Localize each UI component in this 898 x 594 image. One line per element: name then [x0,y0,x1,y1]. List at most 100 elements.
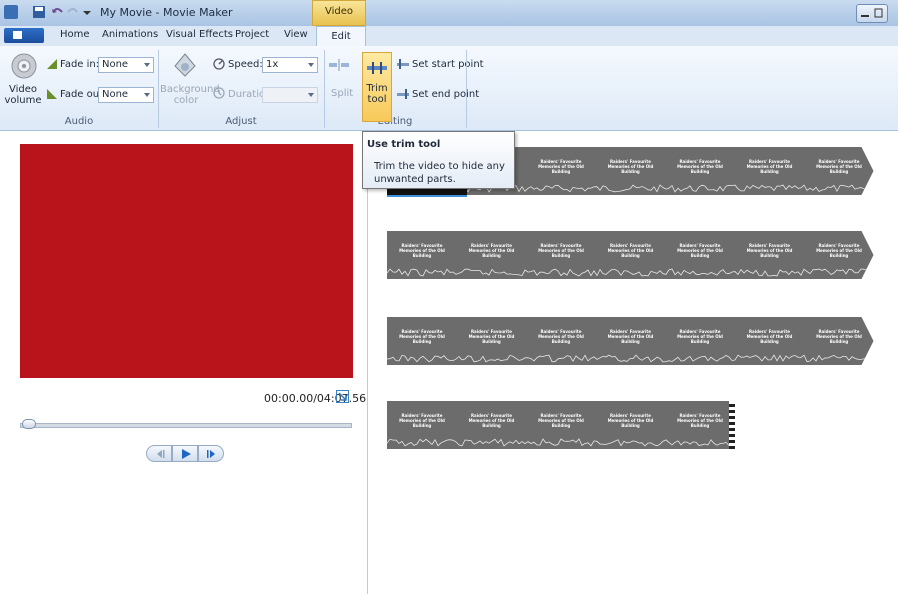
frame-caption: Raiders' Favourite Memories of the Old B… [468,329,515,344]
previous-frame-icon [157,450,165,458]
window-title: My Movie - Movie Maker [100,6,233,19]
play-button[interactable] [172,445,198,462]
set-end-point-label[interactable]: Set end point [412,89,479,100]
tab-home[interactable]: Home [60,29,90,40]
audio-waveform [387,349,874,363]
audio-group-label: Audio [64,116,94,127]
tab-visual-effects[interactable]: Visual Effects [166,29,233,40]
chevron-down-icon [308,93,314,97]
speed-select[interactable]: 1x [262,57,318,73]
audio-waveform [387,263,874,277]
frame-caption: Raiders' Favourite Memories of the Old B… [399,329,445,344]
tooltip-body: Trim the video to hide any unwanted part… [374,161,505,185]
play-icon [182,449,191,459]
expand-icon [338,392,347,401]
chevron-down-icon [144,93,150,97]
set-start-point-icon[interactable] [396,58,410,73]
frame-caption: Raiders' Favourite Memories of the Old B… [399,413,445,428]
background-color-icon[interactable] [172,52,198,78]
frame-caption: Raiders' Favourite Memories of the Old B… [607,413,654,428]
duration-icon [212,86,226,103]
frame-caption: Raiders' Favourite Memories of the Old B… [538,159,584,174]
customize-toolbar-icon[interactable] [82,5,96,19]
frame-caption: Raiders' Favourite Memories of the Old B… [677,413,723,428]
tooltip-title: Use trim tool [367,139,441,150]
speed-icon [212,56,226,73]
save-icon[interactable] [32,5,46,19]
audio-waveform [387,438,733,447]
film-end-marker [728,401,735,449]
group-separator [466,50,467,128]
frame-caption: Raiders' Favourite Memories of the Old B… [607,329,654,344]
frame-caption: Raiders' Favourite Memories of the Old B… [677,243,723,258]
trim-tool-label: Trim tool [366,83,388,105]
seek-thumb[interactable] [22,419,36,429]
frame-caption: Raiders' Favourite Memories of the Old B… [816,329,862,344]
menu-icon [13,31,22,39]
fade-in-icon [46,58,58,73]
tab-view[interactable]: View [284,29,308,40]
file-menu-button[interactable] [4,28,44,43]
video-tools-context-label: Video Tools [312,0,366,39]
frame-caption: Raiders' Favourite Memories of the Old B… [607,243,654,258]
storyboard[interactable]: Raiders' Favourite Memories of the Old B… [368,131,898,594]
set-end-point-icon[interactable] [396,88,410,103]
fade-out-icon [46,88,58,103]
redo-icon[interactable] [66,5,80,19]
fullscreen-preview-button[interactable] [336,390,349,403]
frame-caption: Raiders' Favourite Memories of the Old B… [746,159,793,174]
frame-caption: Raiders' Favourite Memories of the Old B… [538,243,584,258]
ribbon: Video volume Fade in: None Fade out: Non… [0,46,898,131]
fade-out-value: None [102,89,129,100]
ribbon-tab-row: Home Animations Visual Effects Project V… [0,26,898,47]
fade-in-value: None [102,59,129,70]
editing-group-label: Editing [377,116,413,127]
frame-caption: Raiders' Favourite Memories of the Old B… [677,329,723,344]
storyboard-clip-row[interactable]: Raiders' Favourite Memories of the Old B… [387,231,874,279]
previous-frame-button[interactable] [146,445,172,462]
speed-label: Speed: [228,59,263,70]
frame-caption: Raiders' Favourite Memories of the Old B… [746,329,793,344]
seek-bar[interactable] [20,423,352,428]
undo-icon[interactable] [50,5,64,19]
time-display: 00:00.00/04:07.56 [264,392,367,405]
frame-caption: Raiders' Favourite Memories of the Old B… [538,329,584,344]
video-volume-icon[interactable] [10,52,38,80]
storyboard-clip-row[interactable]: Raiders' Favourite Memories of the Old B… [387,317,874,365]
split-icon[interactable] [328,58,350,75]
next-frame-icon [207,450,215,458]
frame-caption: Raiders' Favourite Memories of the Old B… [746,243,793,258]
app-icon [4,5,18,19]
frame-caption: Raiders' Favourite Memories of the Old B… [677,159,723,174]
adjust-group-label: Adjust [225,116,257,127]
speed-value: 1x [266,59,279,70]
restore-icon [874,8,883,18]
next-frame-button[interactable] [198,445,224,462]
frame-caption: Raiders' Favourite Memories of the Old B… [538,413,584,428]
chevron-down-icon [144,63,150,67]
tab-project[interactable]: Project [235,29,269,40]
trim-tool-button[interactable]: Trim tool [362,52,392,122]
storyboard-clip-row[interactable]: Raiders' Favourite Memories of the Old B… [387,401,735,449]
video-preview[interactable] [20,144,353,378]
frame-caption: Raiders' Favourite Memories of the Old B… [399,243,445,258]
frame-caption: Raiders' Favourite Memories of the Old B… [816,159,862,174]
video-volume-label[interactable]: Video volume [4,84,42,106]
window-controls[interactable] [856,4,888,23]
trim-tool-icon [367,62,387,74]
tab-edit[interactable]: Edit [316,26,366,47]
frame-caption: Raiders' Favourite Memories of the Old B… [468,413,515,428]
duration-select[interactable] [262,87,318,103]
fade-in-label: Fade in: [60,59,100,70]
fade-out-select[interactable]: None [98,87,154,103]
title-bar: My Movie - Movie Maker Video Tools [0,0,898,39]
set-start-point-label[interactable]: Set start point [412,59,484,70]
fade-in-select[interactable]: None [98,57,154,73]
frame-caption: Raiders' Favourite Memories of the Old B… [607,159,654,174]
chevron-down-icon [308,63,314,67]
trim-tool-tooltip: Use trim tool Trim the video to hide any… [362,131,515,189]
tab-animations[interactable]: Animations [102,29,158,40]
background-color-label[interactable]: Background color [160,84,220,106]
split-label[interactable]: Split [331,88,353,99]
frame-caption: Raiders' Favourite Memories of the Old B… [816,243,862,258]
